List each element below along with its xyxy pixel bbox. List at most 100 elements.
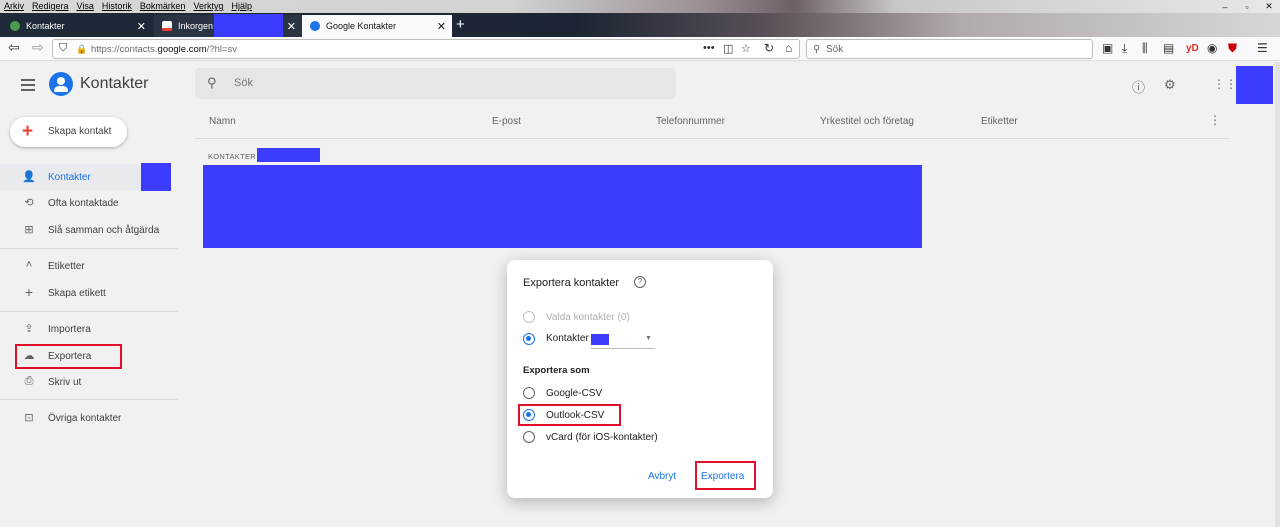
close-tab-icon[interactable]: ✕	[437, 20, 446, 33]
close-window-icon[interactable]: ✕	[1258, 0, 1280, 13]
sidebar-item-ofta-kontaktade[interactable]: ⟲ Ofta kontaktade	[0, 190, 178, 216]
search-icon: ⚲	[207, 75, 217, 90]
menu-visa[interactable]: Visa	[77, 1, 94, 11]
more-actions-icon[interactable]: •••	[703, 42, 715, 54]
menu-bokmarken[interactable]: Bokmärken	[140, 1, 186, 11]
sidebar-item-sla-samman[interactable]: ⊞ Slå samman och åtgärda	[0, 217, 178, 243]
tab-label: Inkorgen -	[178, 21, 219, 31]
ublock-icon[interactable]: ⛊	[1228, 41, 1237, 56]
bookmark-star-icon[interactable]: ☆	[741, 42, 751, 55]
help-icon[interactable]: ⓘ	[1132, 77, 1145, 96]
sidebar-item-label: Skriv ut	[48, 377, 82, 388]
tab-label: Kontakter	[26, 21, 65, 31]
search-placeholder: Sök	[826, 44, 844, 55]
redacted-block	[214, 14, 283, 37]
contacts-logo-icon	[49, 72, 73, 96]
menu-verktyg[interactable]: Verktyg	[193, 1, 223, 11]
url-bar[interactable]: ⛉ 🔒 https://contacts.google.com/?hl=sv •…	[52, 39, 800, 59]
sidebar-item-skriv-ut[interactable]: ⎙ Skriv ut	[0, 369, 178, 395]
dropdown-arrow-icon[interactable]: ▼	[645, 335, 652, 342]
app-title: Kontakter	[80, 75, 149, 92]
upload-icon: ⇪	[24, 323, 34, 335]
forward-icon[interactable]: ⇨	[32, 39, 44, 56]
menu-icon[interactable]: ☰	[1257, 41, 1268, 55]
column-header-telefon[interactable]: Telefonnummer	[656, 116, 725, 127]
contacts-select-underline[interactable]	[591, 348, 655, 349]
column-header-namn[interactable]: Namn	[209, 116, 236, 127]
sidebar-item-etiketter[interactable]: ˄ Etiketter	[0, 253, 178, 279]
home-icon[interactable]: ⌂	[785, 41, 792, 55]
menu-arkiv[interactable]: Arkiv	[4, 1, 24, 11]
tab-label: Google Kontakter	[326, 21, 397, 31]
tab-strip: Kontakter ✕ Inkorgen - ✕ Google Kontakte…	[0, 13, 1280, 37]
menu-hjalp[interactable]: Hjälp	[231, 1, 252, 11]
scrollbar[interactable]	[1275, 62, 1280, 527]
close-tab-icon[interactable]: ✕	[287, 20, 296, 33]
radio-vcard[interactable]	[523, 431, 535, 443]
redacted-block	[591, 334, 609, 345]
merge-icon: ⊞	[24, 224, 34, 236]
account-icon[interactable]: ◉	[1207, 41, 1217, 55]
sidebar-icon[interactable]: ▤	[1163, 41, 1174, 55]
close-tab-icon[interactable]: ✕	[137, 20, 146, 33]
sidebar-item-label: Ofta kontaktade	[48, 198, 119, 209]
menu-historik[interactable]: Historik	[102, 1, 132, 11]
minimize-icon[interactable]: –	[1214, 0, 1236, 13]
more-vert-icon[interactable]: ⋮	[1209, 113, 1221, 127]
tab-inkorgen[interactable]: Inkorgen - ✕	[154, 14, 302, 37]
maximize-icon[interactable]: ▫	[1236, 0, 1258, 13]
main-menu-icon[interactable]	[21, 79, 35, 94]
sidebar-divider	[0, 311, 178, 312]
column-header-yrkestitel[interactable]: Yrkestitel och företag	[820, 116, 914, 127]
pocket-icon[interactable]: ◫	[723, 42, 733, 55]
column-header-etiketter[interactable]: Etiketter	[981, 116, 1018, 127]
column-header-epost[interactable]: E-post	[492, 116, 521, 127]
settings-gear-icon[interactable]: ⚙	[1164, 77, 1176, 93]
cancel-button[interactable]: Avbryt	[648, 471, 676, 482]
sidebar-item-label: Övriga kontakter	[48, 413, 122, 424]
radio-selected-contacts[interactable]	[523, 311, 535, 323]
account-avatar[interactable]	[1236, 66, 1273, 104]
export-format-heading: Exportera som	[523, 365, 590, 376]
sidebar-divider	[0, 248, 178, 249]
sidebar-item-label: Importera	[48, 324, 91, 335]
radio-label: Kontakter	[546, 333, 589, 344]
contacts-search-input[interactable]: ⚲ Sök	[195, 68, 676, 99]
globe-icon	[10, 21, 20, 31]
sidebar-item-label: Etiketter	[48, 261, 85, 272]
gmail-icon	[162, 21, 172, 31]
history-icon: ⟲	[24, 197, 34, 209]
help-icon[interactable]: ?	[634, 276, 646, 288]
sidebar-item-ovriga-kontakter[interactable]: ⊡ Övriga kontakter	[0, 405, 178, 431]
tab-google-kontakter[interactable]: Google Kontakter ✕	[302, 15, 452, 37]
lock-icon: 🔒	[76, 44, 88, 54]
person-icon: 👤	[22, 171, 36, 183]
highlight-box	[518, 404, 621, 426]
section-label: KONTAKTER	[208, 152, 256, 161]
reload-icon[interactable]: ↻	[764, 41, 774, 55]
radio-contacts[interactable]	[523, 333, 535, 345]
library-icon[interactable]: ⫼	[1142, 41, 1148, 56]
download-icon[interactable]: ⤓	[1122, 41, 1127, 56]
plus-icon: +	[24, 284, 34, 300]
back-icon[interactable]: ⇦	[8, 39, 20, 56]
contacts-favicon-icon	[310, 21, 320, 31]
tab-kontakter[interactable]: Kontakter ✕	[2, 15, 152, 37]
extension-icon[interactable]: yD	[1186, 43, 1199, 54]
menu-redigera[interactable]: Redigera	[32, 1, 69, 11]
highlight-box	[695, 461, 756, 490]
chevron-up-icon: ˄	[25, 259, 33, 271]
radio-label: vCard (för iOS-kontakter)	[546, 432, 658, 443]
screenshot-icon[interactable]: ▣	[1102, 41, 1113, 55]
radio-google-csv[interactable]	[523, 387, 535, 399]
create-contact-button[interactable]: + Skapa kontakt	[10, 117, 127, 147]
url-text: https://contacts.google.com/?hl=sv	[91, 44, 238, 55]
browser-search-bar[interactable]: ⚲ Sök	[806, 39, 1093, 59]
other-contacts-icon: ⊡	[24, 412, 34, 424]
radio-label: Google-CSV	[546, 388, 603, 399]
sidebar-item-importera[interactable]: ⇪ Importera	[0, 316, 178, 342]
shield-icon[interactable]: ⛉	[59, 42, 67, 55]
new-tab-icon[interactable]: +	[456, 16, 465, 33]
sidebar-item-skapa-etikett[interactable]: + Skapa etikett	[0, 280, 178, 306]
sidebar-item-label: Kontakter	[48, 172, 91, 183]
